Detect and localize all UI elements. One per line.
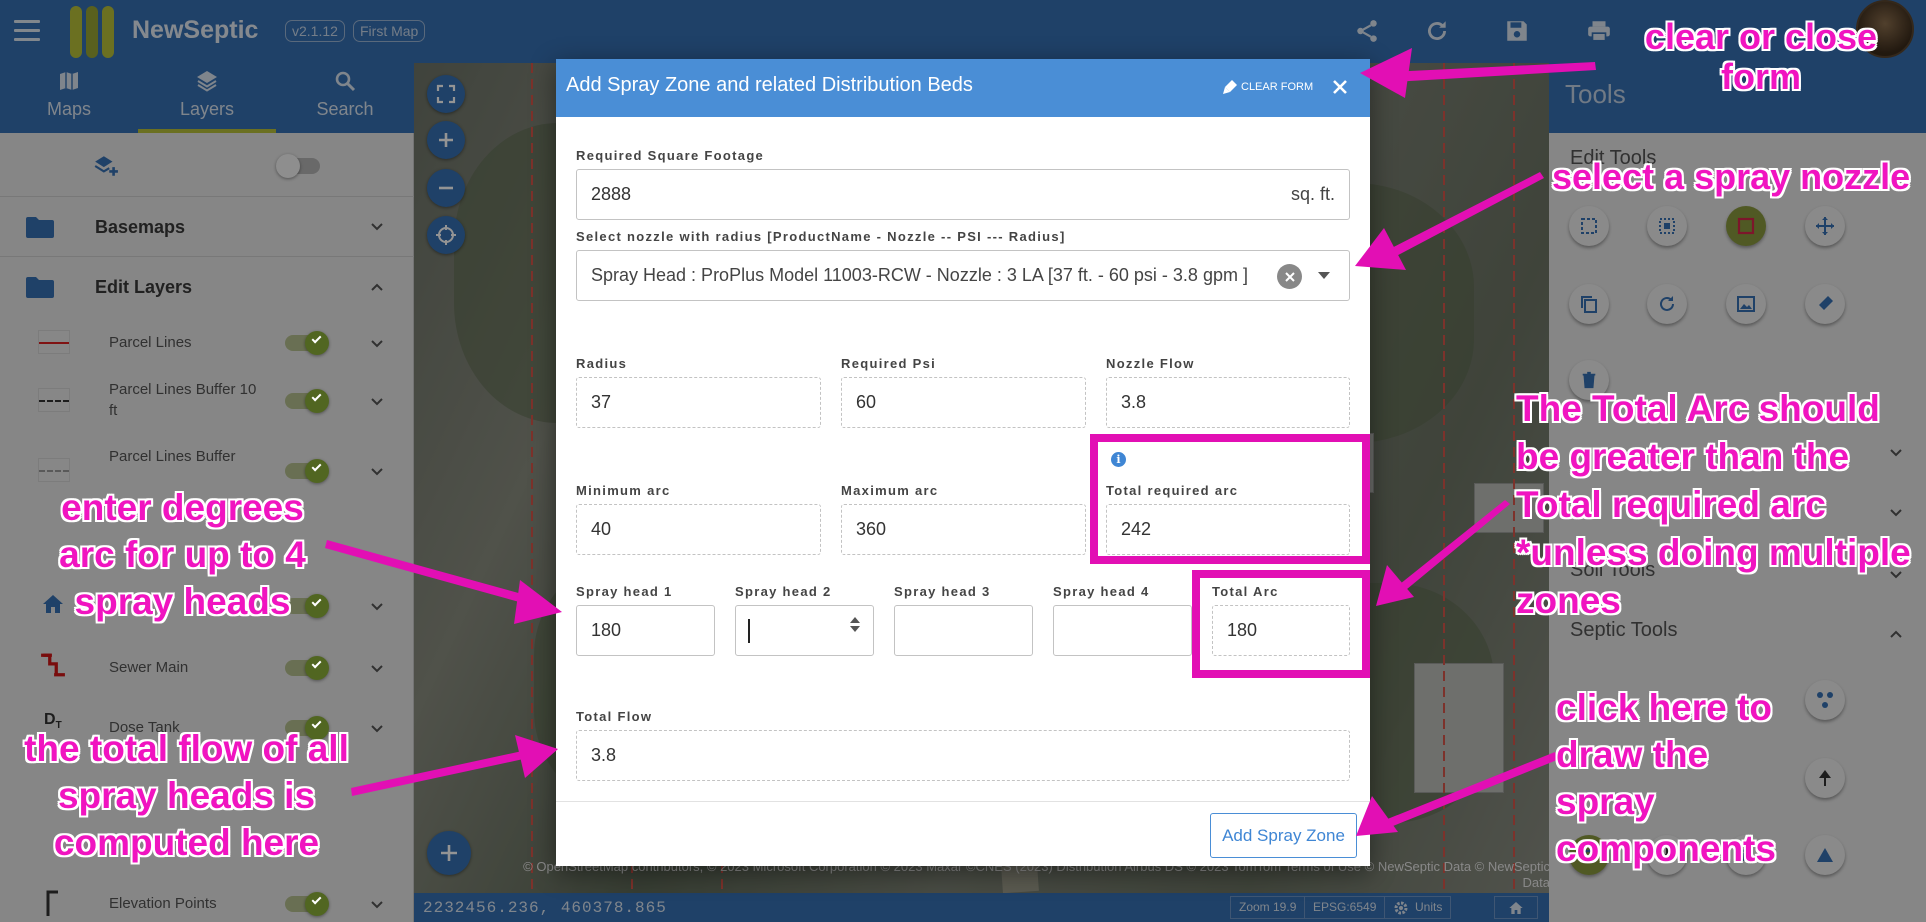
minimum-arc-field[interactable]: 40 [576,504,821,555]
maximum-arc-label: Maximum arc [841,483,939,498]
required-psi-field[interactable]: 60 [841,377,1086,428]
text-cursor [748,619,750,643]
nozzle-flow-field[interactable]: 3.8 [1106,377,1350,428]
close-icon[interactable] [1330,77,1350,97]
minimum-arc-label: Minimum arc [576,483,671,498]
nozzle-select-label: Select nozzle with radius [ProductName -… [576,229,1066,244]
radius-label: Radius [576,356,628,371]
total-flow-label: Total Flow [576,709,653,724]
radius-field[interactable]: 37 [576,377,821,428]
clear-selection-icon[interactable] [1277,264,1302,289]
spinner-icon[interactable] [849,614,861,648]
nozzle-select[interactable]: Spray Head : ProPlus Model 11003-RCW - N… [576,250,1350,301]
caret-down-icon[interactable] [1318,272,1330,279]
spray-head-1-label: Spray head 1 [576,584,673,599]
required-sqft-label: Required Square Footage [576,148,765,163]
dialog-title: Add Spray Zone and related Distribution … [566,74,973,96]
spray-head-2-label: Spray head 2 [735,584,832,599]
annotation-enter-degrees: enter degrees arc for up to 4 spray head… [59,487,306,622]
annotation-total-flow: the total flow of all spray heads is com… [24,728,349,863]
nozzle-selected-value: Spray Head : ProPlus Model 11003-RCW - N… [591,265,1248,285]
clear-form-button[interactable]: CLEAR FORM [1222,79,1313,95]
annotation-total-arc-note: The Total Arc should be greater than the… [1516,388,1911,621]
required-psi-label: Required Psi [841,356,937,371]
spray-head-3-input[interactable] [894,605,1033,656]
spray-head-2-input[interactable] [735,605,874,656]
spray-head-3-label: Spray head 3 [894,584,991,599]
spray-head-4-input[interactable] [1053,605,1192,656]
broom-icon [1223,80,1237,94]
clear-form-label: CLEAR FORM [1241,81,1314,93]
sqft-suffix: sq. ft. [1290,184,1335,204]
dialog-header: Add Spray Zone and related Distribution … [556,59,1370,117]
annotation-click-here: click here to draw the spray components [1556,687,1776,869]
total-flow-field[interactable]: 3.8 [576,730,1350,781]
add-spray-zone-button[interactable]: Add Spray Zone [1210,813,1357,858]
annotation-select-nozzle: select a spray nozzle [1552,156,1911,197]
highlight-total-required-arc [1090,434,1370,564]
dialog-footer-divider [556,801,1370,802]
spray-head-4-label: Spray head 4 [1053,584,1150,599]
highlight-total-arc [1192,570,1370,678]
nozzle-flow-label: Nozzle Flow [1106,356,1195,371]
maximum-arc-field[interactable]: 360 [841,504,1086,555]
annotation-clear-close: clear or close form [1644,16,1878,97]
required-sqft-field[interactable]: 2888 sq. ft. [576,169,1350,220]
spray-head-1-input[interactable]: 180 [576,605,715,656]
required-sqft-value: 2888 [591,184,632,204]
